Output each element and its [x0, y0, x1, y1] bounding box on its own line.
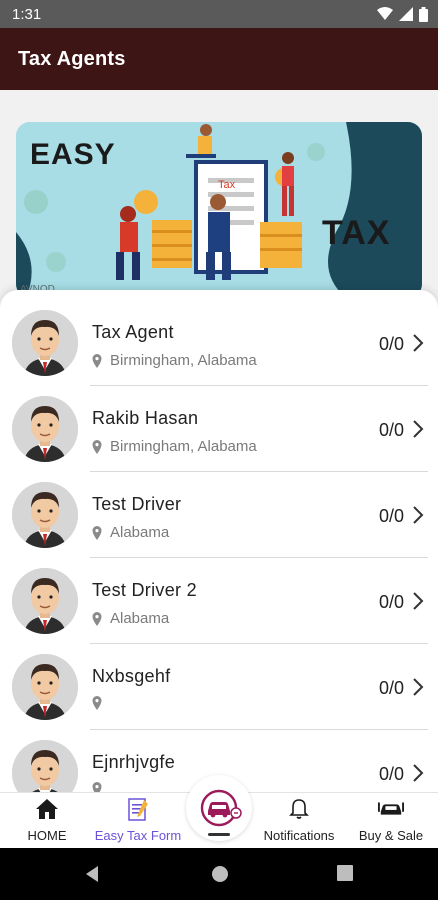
status-time: 1:31	[12, 5, 42, 23]
avatar	[12, 568, 78, 634]
center-car-button[interactable]	[186, 775, 252, 841]
list-item[interactable]: Tax Agent Birmingham, Alabama 0/0	[0, 300, 438, 386]
agent-count: 0/0	[378, 678, 404, 698]
location-pin-icon	[92, 782, 102, 792]
agent-count: 0/0	[378, 420, 404, 440]
bell-icon	[286, 796, 312, 822]
avatar	[12, 654, 78, 720]
chevron-right-icon[interactable]	[412, 591, 424, 611]
agent-location: Alabama	[92, 524, 169, 541]
avatar	[12, 482, 78, 548]
avatar	[12, 740, 78, 792]
nav-easy-tax-form[interactable]: Easy Tax Form	[92, 793, 184, 849]
avatar	[12, 310, 78, 376]
agent-location: Birmingham, Alabama	[92, 352, 257, 369]
status-bar: 1:31	[0, 0, 438, 28]
main-content[interactable]: EASY TAX Tax AVNOD Tax A	[0, 90, 438, 792]
location-pin-icon	[92, 439, 102, 454]
agent-location: Alabama	[92, 610, 169, 627]
list-item[interactable]: Nxbsgehf 0/0	[0, 644, 438, 730]
app-bar: Tax Agents	[0, 28, 438, 90]
agent-location-text: Birmingham, Alabama	[110, 438, 257, 455]
banner-text-easy: EASY	[30, 138, 116, 171]
agent-location-text: Birmingham, Alabama	[110, 352, 257, 369]
agent-name: Nxbsgehf	[92, 666, 171, 686]
location-pin-icon	[92, 696, 102, 710]
status-icons	[377, 6, 428, 22]
nav-easy-tax-form-label: Easy Tax Form	[94, 828, 182, 843]
chevron-right-icon[interactable]	[412, 333, 424, 353]
chevron-right-icon[interactable]	[412, 419, 424, 439]
list-item[interactable]: Test Driver Alabama 0/0	[0, 472, 438, 558]
location-pin-icon	[92, 525, 102, 540]
list-item[interactable]: Test Driver 2 Alabama 0/0	[0, 558, 438, 644]
agent-name: Tax Agent	[92, 322, 174, 342]
location-pin-icon	[92, 353, 102, 368]
tax-form-icon	[125, 796, 151, 822]
easy-tax-illustration: EASY TAX Tax AVNOD	[16, 122, 422, 298]
battery-icon	[419, 6, 428, 22]
agent-location-text: Alabama	[110, 610, 170, 627]
nav-notifications-label: Notifications	[263, 828, 335, 843]
agent-name: Rakib Hasan	[92, 408, 199, 428]
agent-name: Test Driver 2	[92, 580, 197, 600]
agents-list[interactable]: Tax Agent Birmingham, Alabama 0/0 Rakib …	[0, 290, 438, 792]
bottom-navigation: HOME Easy Tax Form Notifications Buy & S…	[0, 775, 438, 849]
nav-buy-sale-label: Buy & Sale	[358, 828, 424, 843]
agent-location: Birmingham, Alabama	[92, 438, 257, 455]
chevron-right-icon[interactable]	[412, 763, 424, 783]
agent-name: Test Driver	[92, 494, 182, 514]
agent-location	[92, 696, 110, 710]
avatar	[12, 396, 78, 462]
nav-notifications[interactable]: Notifications	[258, 793, 340, 849]
agent-location	[92, 782, 110, 792]
wifi-icon	[377, 7, 393, 20]
banner-text-tax: TAX	[322, 214, 390, 252]
agent-count: 0/0	[378, 592, 404, 612]
chevron-right-icon[interactable]	[412, 677, 424, 697]
center-indicator	[208, 833, 230, 836]
recents-icon[interactable]	[337, 865, 353, 881]
page-title: Tax Agents	[18, 47, 126, 70]
banner-paper-label: Tax	[218, 179, 236, 191]
car-icon	[200, 789, 242, 827]
agent-location-text: Alabama	[110, 524, 170, 541]
signal-icon	[399, 7, 413, 21]
agent-count: 0/0	[378, 334, 404, 354]
agent-count: 0/0	[378, 764, 404, 784]
car-sale-icon	[378, 796, 404, 822]
home-icon	[34, 796, 60, 822]
nav-buy-sale[interactable]: Buy & Sale	[356, 793, 426, 849]
system-navigation-bar	[0, 848, 438, 900]
easy-tax-banner[interactable]: EASY TAX Tax AVNOD	[16, 122, 422, 298]
agent-name: Ejnrhjvgfe	[92, 752, 176, 772]
list-item[interactable]: Rakib Hasan Birmingham, Alabama 0/0	[0, 386, 438, 472]
agent-count: 0/0	[378, 506, 404, 526]
nav-home[interactable]: HOME	[18, 793, 76, 849]
home-circle-icon[interactable]	[211, 865, 229, 883]
nav-home-label: HOME	[27, 828, 67, 843]
location-pin-icon	[92, 611, 102, 626]
back-icon[interactable]	[84, 865, 100, 883]
chevron-right-icon[interactable]	[412, 505, 424, 525]
